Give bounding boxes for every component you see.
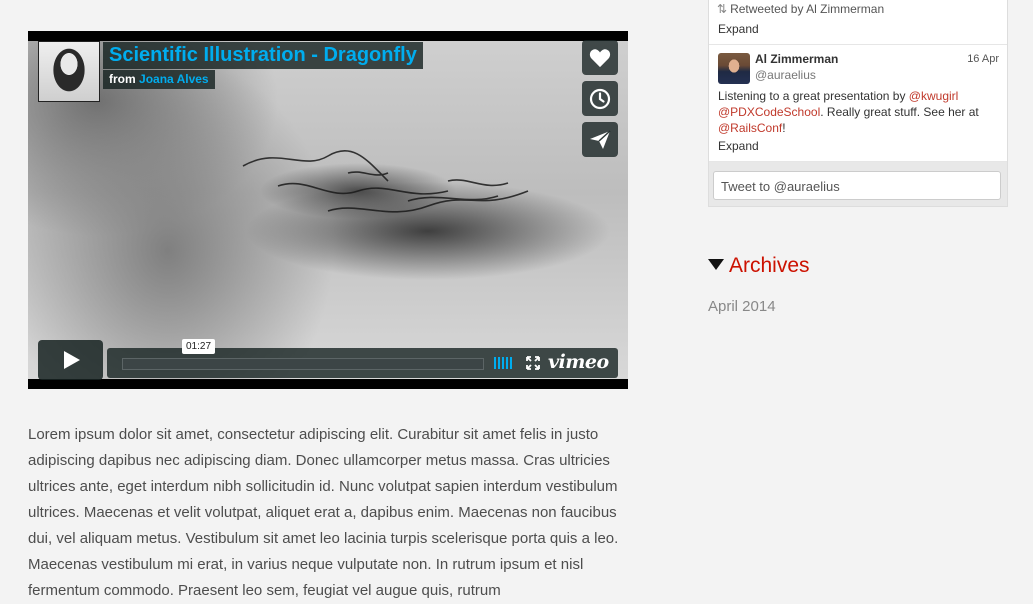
previous-tweet: ⇅ Retweeted by Al Zimmerman Expand	[709, 0, 1007, 45]
twitter-widget: ⇅ Retweeted by Al Zimmerman Expand Al Zim…	[708, 0, 1008, 207]
watch-later-button[interactable]	[582, 81, 618, 116]
tweet-date[interactable]: 16 Apr	[967, 53, 999, 65]
tweet-reply-input[interactable]: Tweet to @auraelius	[713, 171, 1001, 200]
video-title[interactable]: Scientific Illustration - Dragonfly	[103, 42, 423, 69]
vimeo-logo[interactable]: vimeo	[548, 352, 609, 372]
video-byline: from Joana Alves	[103, 70, 215, 89]
heart-icon	[589, 48, 611, 67]
timecode: 01:27	[182, 339, 216, 354]
expand-link[interactable]: Expand	[718, 139, 759, 153]
play-icon	[63, 351, 80, 369]
like-button[interactable]	[582, 40, 618, 75]
ink-drawing	[242, 150, 529, 213]
retweet-icon: ⇅	[717, 2, 728, 16]
volume-control[interactable]	[494, 357, 512, 369]
send-icon	[590, 129, 611, 149]
play-button[interactable]	[38, 340, 103, 380]
triangle-down-icon	[708, 259, 724, 270]
tweet-text-part: Listening to a great presentation by	[718, 89, 909, 103]
video-frame[interactable]	[28, 41, 628, 379]
archive-link-april-2014[interactable]: April 2014	[708, 298, 776, 315]
retweet-line: ⇅ Retweeted by Al Zimmerman	[717, 2, 884, 16]
expand-link[interactable]: Expand	[718, 22, 759, 36]
mention-link[interactable]: @RailsConf	[718, 121, 782, 135]
share-button[interactable]	[582, 122, 618, 157]
video-player[interactable]: Scientific Illustration - Dragonfly from…	[28, 31, 628, 389]
archives-heading-label: Archives	[729, 254, 810, 277]
from-label: from	[109, 72, 136, 86]
archives-heading[interactable]: Archives	[708, 254, 810, 278]
progress-track[interactable]	[122, 358, 484, 370]
player-controls: 01:27 vimeo	[38, 339, 618, 380]
tweet-author-handle[interactable]: @auraelius	[755, 68, 816, 82]
article-paragraph: Lorem ipsum dolor sit amet, consectetur …	[28, 426, 619, 599]
tweet: Al Zimmerman @auraelius 16 Apr Listening…	[709, 45, 1007, 162]
avatar[interactable]	[718, 53, 750, 84]
clock-icon	[589, 88, 611, 109]
mention-link[interactable]: @PDXCodeSchool	[718, 105, 820, 119]
control-bar: 01:27 vimeo	[107, 339, 618, 378]
tweet-text-part: !	[782, 121, 786, 135]
author-portrait[interactable]	[38, 41, 100, 102]
fullscreen-icon[interactable]	[526, 356, 540, 370]
tweet-text-part: . Really great stuff. See her at	[820, 105, 979, 119]
retweet-label: Retweeted by Al Zimmerman	[730, 2, 885, 16]
tweet-text: Listening to a great presentation by @kw…	[718, 88, 1000, 136]
mention-link[interactable]: @kwugirl	[909, 89, 959, 103]
author-link[interactable]: Joana Alves	[139, 72, 209, 86]
tweet-author-name[interactable]: Al Zimmerman	[755, 52, 838, 66]
